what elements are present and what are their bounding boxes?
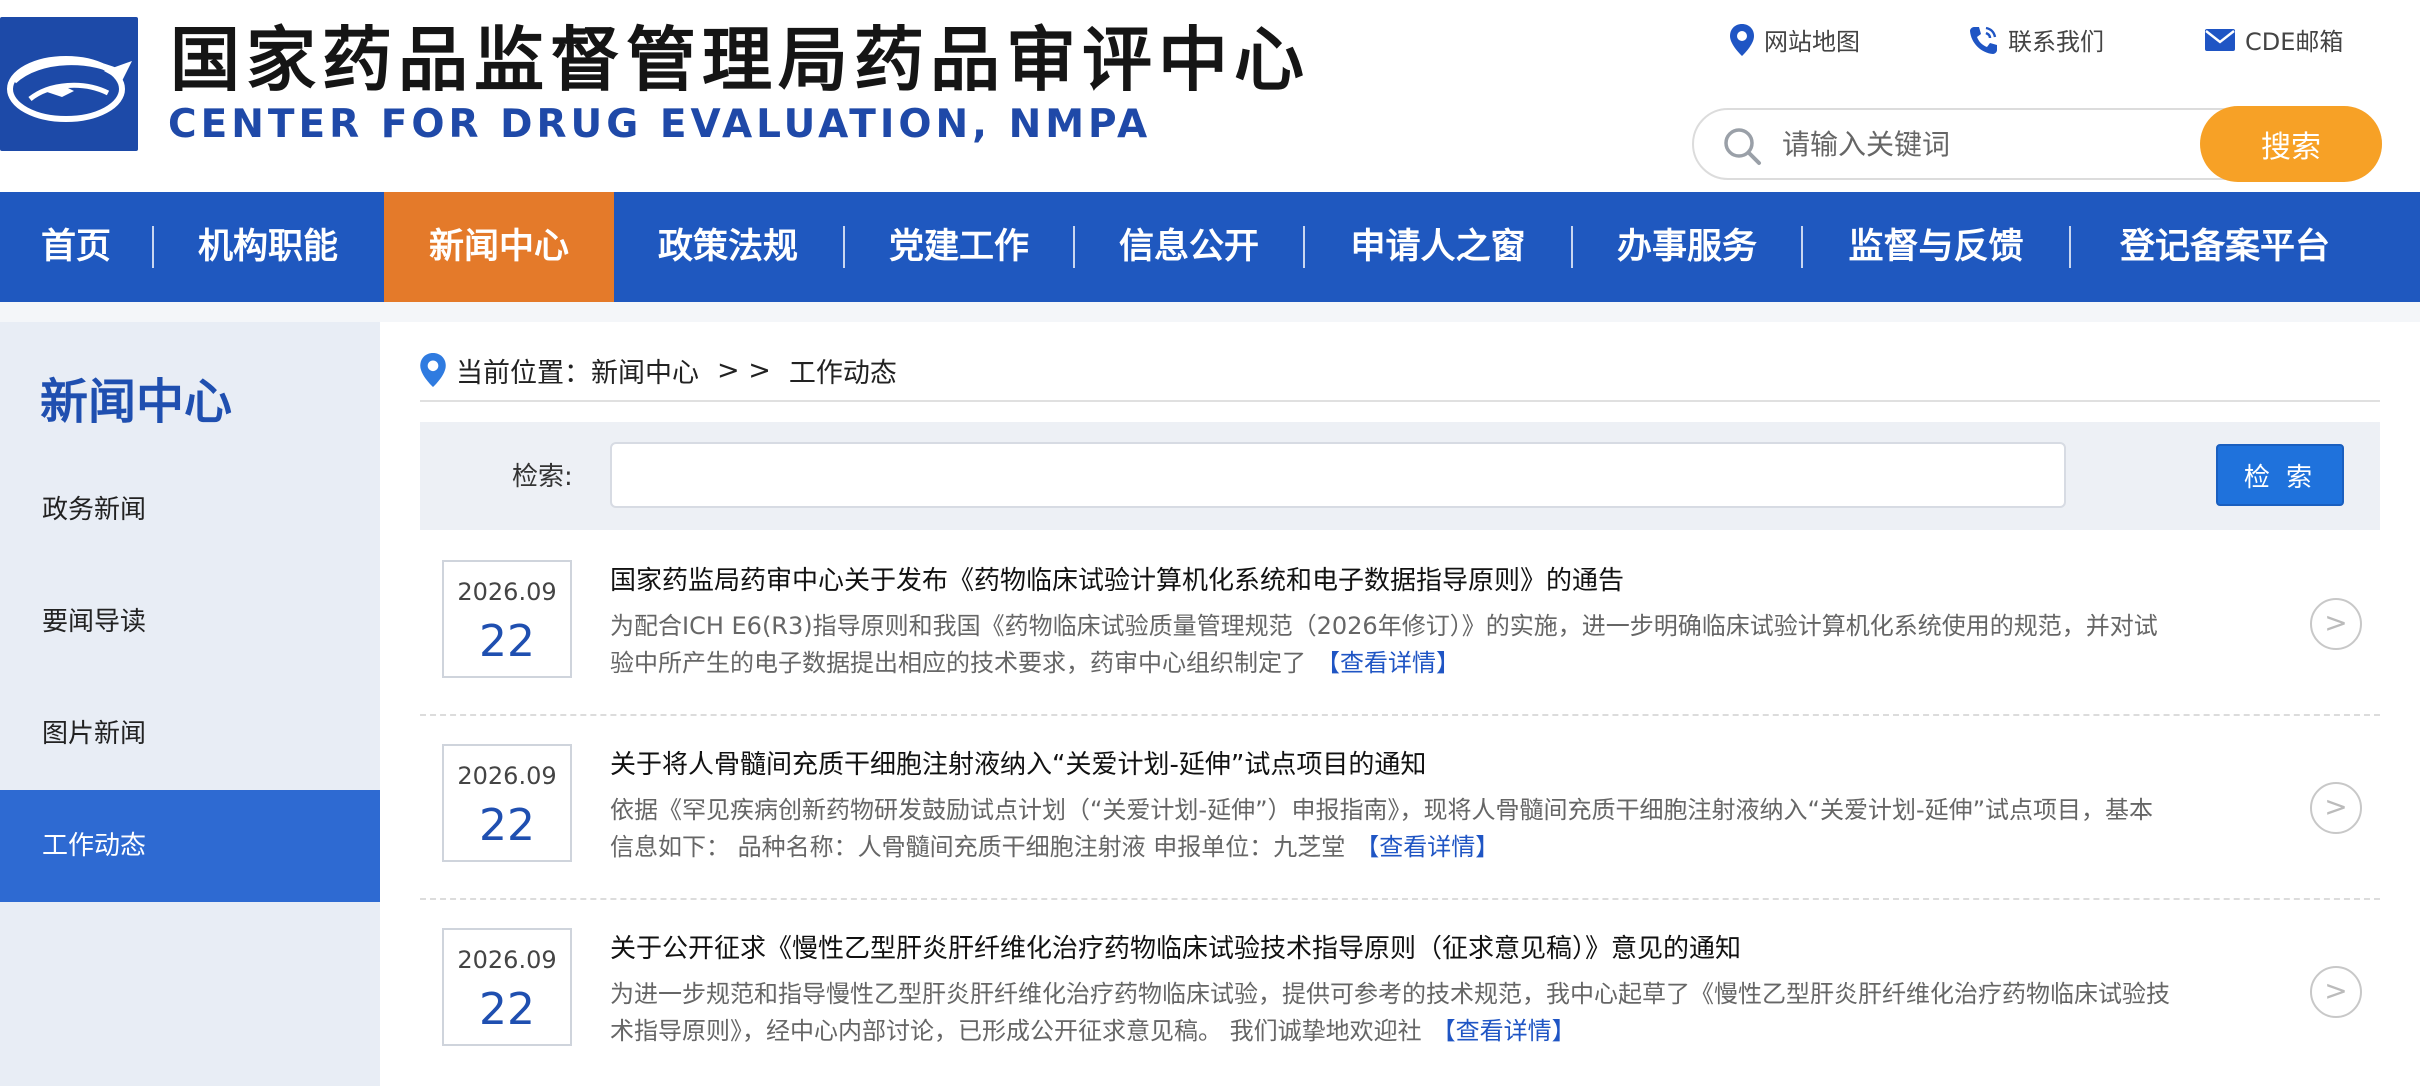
sidebar-title: 新闻中心 bbox=[40, 374, 233, 430]
sitemap-link[interactable]: 网站地图 bbox=[1730, 22, 1860, 57]
news-divider bbox=[420, 898, 2380, 900]
phone-icon bbox=[1970, 26, 1997, 54]
main-nav: 首页 机构职能 新闻中心 政策法规 党建工作 信息公开 申请人之窗 办事服务 监… bbox=[0, 192, 2420, 302]
news-item[interactable]: 2026.09 22 关于公开征求《慢性乙型肝炎肝纤维化治疗药物临床试验技术指导… bbox=[420, 902, 2380, 1086]
news-date-year-month: 2026.09 bbox=[457, 946, 557, 974]
nav-functions[interactable]: 机构职能 bbox=[154, 192, 382, 302]
news-divider bbox=[420, 714, 2380, 716]
filter-search-button[interactable]: 检 索 bbox=[2216, 444, 2344, 506]
nav-services[interactable]: 办事服务 bbox=[1573, 192, 1801, 302]
nav-policies[interactable]: 政策法规 bbox=[614, 192, 842, 302]
sitemap-link-label: 网站地图 bbox=[1764, 28, 1860, 56]
nav-news-center[interactable]: 新闻中心 bbox=[384, 192, 614, 302]
location-pin-icon bbox=[1730, 23, 1754, 56]
news-title-link[interactable]: 关于公开征求《慢性乙型肝炎肝纤维化治疗药物临床试验技术指导原则（征求意见稿）》意… bbox=[610, 928, 1741, 965]
news-date: 2026.09 22 bbox=[442, 560, 572, 678]
breadcrumb-divider bbox=[420, 400, 2380, 402]
news-date-day: 22 bbox=[479, 616, 535, 667]
sidebar-item-work-updates[interactable]: 工作动态 bbox=[0, 790, 380, 902]
news-date-day: 22 bbox=[479, 800, 535, 851]
news-item[interactable]: 2026.09 22 关于将人骨髓间充质干细胞注射液纳入“关爱计划-延伸”试点项… bbox=[420, 718, 2380, 902]
breadcrumb-prefix: 当前位置： bbox=[456, 357, 591, 389]
news-summary: 为配合ICH E6(R3)指导原则和我国《药物临床试验质量管理规范（2026年修… bbox=[610, 608, 2170, 682]
nav-supervision-feedback[interactable]: 监督与反馈 bbox=[1803, 192, 2069, 302]
sidebar-item-news-guide[interactable]: 要闻导读 bbox=[0, 566, 380, 678]
location-pin-icon bbox=[420, 353, 446, 387]
view-details-link[interactable]: 【查看详情】 bbox=[1316, 649, 1460, 677]
site-header: 国家药品监督管理局药品审评中心 CENTER FOR DRUG EVALUATI… bbox=[0, 0, 2420, 192]
breadcrumb: 当前位置： 新闻中心 > > 工作动态 bbox=[420, 348, 897, 392]
filter-bar: 检索: 检 索 bbox=[420, 422, 2380, 530]
nav-registration-platform[interactable]: 登记备案平台 bbox=[2071, 192, 2379, 302]
news-date-year-month: 2026.09 bbox=[457, 578, 557, 606]
nav-applicant-window[interactable]: 申请人之窗 bbox=[1305, 192, 1571, 302]
cde-mail-link-label: CDE邮箱 bbox=[2245, 28, 2344, 56]
chevron-right-icon[interactable]: > bbox=[2310, 966, 2362, 1018]
site-title-chinese: 国家药品监督管理局药品审评中心 bbox=[170, 19, 1310, 101]
cde-mail-link[interactable]: CDE邮箱 bbox=[2205, 22, 2343, 57]
mail-icon bbox=[2205, 28, 2235, 51]
breadcrumb-current: 工作动态 bbox=[788, 357, 897, 389]
news-summary-text: 为进一步规范和指导慢性乙型肝炎肝纤维化治疗药物临床试验，提供可参考的技术规范，我… bbox=[610, 980, 2170, 1045]
site-search-button[interactable]: 搜索 bbox=[2200, 106, 2382, 182]
sidebar: 新闻中心 政务新闻 要闻导读 图片新闻 工作动态 bbox=[0, 322, 380, 1086]
chevron-right-icon[interactable]: > bbox=[2310, 598, 2362, 650]
news-date-day: 22 bbox=[479, 984, 535, 1035]
view-details-link[interactable]: 【查看详情】 bbox=[1355, 833, 1499, 861]
site-title-english: CENTER FOR DRUG EVALUATION, NMPA bbox=[168, 102, 1152, 147]
news-date-year-month: 2026.09 bbox=[457, 762, 557, 790]
news-date: 2026.09 22 bbox=[442, 928, 572, 1046]
nav-info-disclosure[interactable]: 信息公开 bbox=[1075, 192, 1303, 302]
filter-label: 检索: bbox=[512, 462, 573, 492]
nav-party-building[interactable]: 党建工作 bbox=[845, 192, 1073, 302]
news-summary: 依据《罕见疾病创新药物研发鼓励试点计划（“关爱计划-延伸”）申报指南》，现将人骨… bbox=[610, 792, 2170, 866]
breadcrumb-separator: > > bbox=[717, 354, 771, 386]
view-details-link[interactable]: 【查看详情】 bbox=[1432, 1017, 1576, 1045]
news-title-link[interactable]: 国家药监局药审中心关于发布《药物临床试验计算机化系统和电子数据指导原则》的通告 bbox=[610, 560, 1624, 597]
news-summary: 为进一步规范和指导慢性乙型肝炎肝纤维化治疗药物临床试验，提供可参考的技术规范，我… bbox=[610, 976, 2170, 1050]
top-links: 网站地图 联系我们 CDE邮箱 bbox=[1730, 22, 2380, 62]
cde-logo[interactable] bbox=[0, 17, 138, 151]
contact-link-label: 联系我们 bbox=[2008, 28, 2104, 56]
news-title-link[interactable]: 关于将人骨髓间充质干细胞注射液纳入“关爱计划-延伸”试点项目的通知 bbox=[610, 744, 1426, 781]
sidebar-item-government-news[interactable]: 政务新闻 bbox=[0, 454, 380, 566]
filter-search-input[interactable] bbox=[610, 442, 2066, 508]
news-item[interactable]: 2026.09 22 国家药监局药审中心关于发布《药物临床试验计算机化系统和电子… bbox=[420, 534, 2380, 718]
main-content: 当前位置： 新闻中心 > > 工作动态 检索: 检 索 2026.09 22 国… bbox=[380, 322, 2420, 1086]
contact-link[interactable]: 联系我们 bbox=[1968, 22, 2104, 57]
sidebar-item-photo-news[interactable]: 图片新闻 bbox=[0, 678, 380, 790]
chevron-right-icon[interactable]: > bbox=[2310, 782, 2362, 834]
news-date: 2026.09 22 bbox=[442, 744, 572, 862]
nav-home[interactable]: 首页 bbox=[0, 192, 152, 302]
search-icon bbox=[1724, 128, 1761, 165]
breadcrumb-section[interactable]: 新闻中心 bbox=[591, 351, 699, 390]
